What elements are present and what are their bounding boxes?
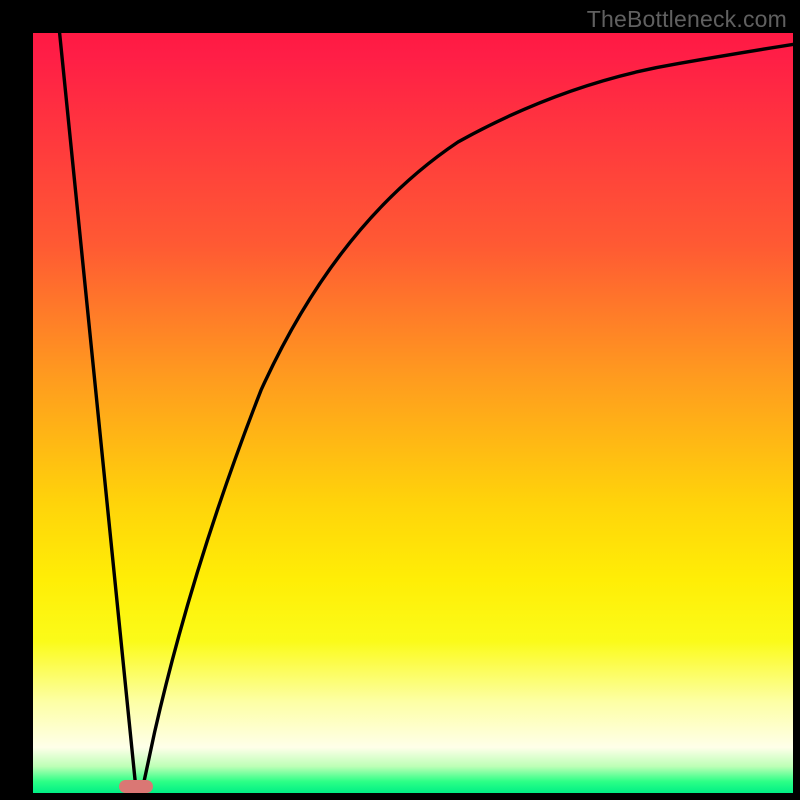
watermark-text: TheBottleneck.com xyxy=(587,6,787,33)
chart-frame: TheBottleneck.com xyxy=(0,0,800,800)
min-marker xyxy=(119,780,153,793)
plot-area xyxy=(33,33,793,793)
bottleneck-curve xyxy=(33,33,793,793)
